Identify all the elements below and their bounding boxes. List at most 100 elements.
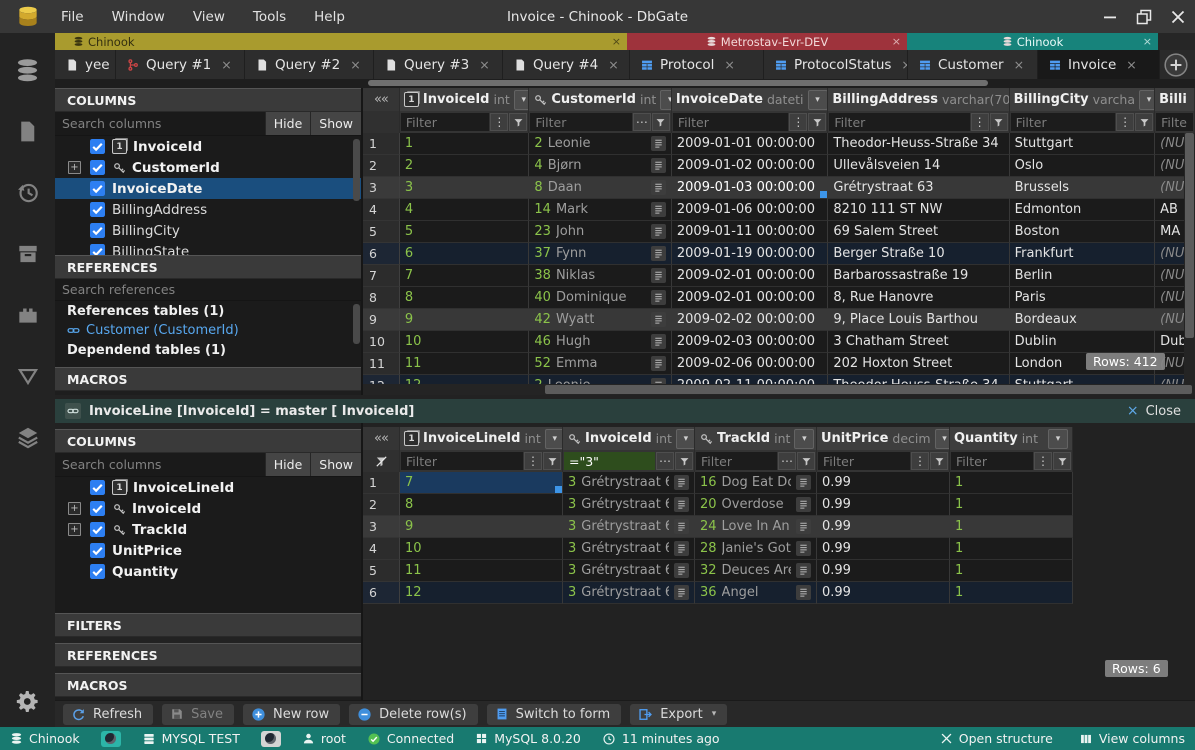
cell-invoicedate[interactable]: 2009-02-03 00:00:00 [672,331,828,353]
sidebar-history-icon[interactable] [14,179,41,210]
column-menu-button[interactable]: ▾ [935,429,950,449]
filter-options-button[interactable]: ⋯ [633,113,651,131]
cell-billingaddress[interactable]: 8210 111 ST NW [828,199,1009,221]
filter-options-button[interactable]: ⋮ [1116,113,1134,131]
cell-invoiceid[interactable]: 3Grétrystraat 63 [563,472,695,494]
cell-billingaddress[interactable]: Berger Straße 10 [828,243,1009,265]
column-menu-button[interactable]: ▾ [676,429,695,449]
search-columns-input[interactable]: Search columns [55,453,265,476]
tab-yee[interactable]: yee× [55,50,116,79]
filter-input-billingcity[interactable]: Filter [1011,113,1115,131]
references-section-header[interactable]: REFERENCES [55,643,361,667]
filter-input-invoicedate[interactable]: Filter [673,113,788,131]
cell-billingcity[interactable]: Bordeaux [1010,309,1155,331]
close-tab-icon[interactable]: × [1126,57,1136,72]
close-tab-icon[interactable]: × [1014,57,1024,72]
open-lookup-icon[interactable] [651,180,666,195]
close-tab-icon[interactable]: × [608,57,618,72]
close-group-icon[interactable]: × [892,33,901,50]
cell-unitprice[interactable]: 0.99 [817,516,950,538]
cell-invoiceid[interactable]: 3Grétrystraat 63 [563,538,695,560]
tab-scrollbar[interactable] [55,79,1195,88]
filter-options-button[interactable]: ⋮ [789,113,807,131]
references-section-header[interactable]: REFERENCES [55,255,361,279]
column-header-billingcity[interactable]: BillingCityvarcha▾ [1010,88,1155,111]
checkbox-checked-icon[interactable] [90,522,105,537]
column-tree-item-invoicelineid[interactable]: 1InvoiceLineId [55,477,361,498]
tab-group-1[interactable]: Metrostav-Evr-DEV× [627,33,907,50]
cell-trackid[interactable]: 16Dog Eat Dog [695,472,817,494]
column-menu-button[interactable]: ▾ [808,90,828,110]
sidebar-layers-icon[interactable] [15,424,41,454]
tab-customer[interactable]: Customer× [908,50,1038,79]
filter-input-customerid[interactable]: Filter [530,113,631,131]
open-lookup-icon[interactable] [651,224,666,239]
filter-input-unitprice[interactable]: Filter [818,452,910,470]
filters-section-header[interactable]: FILTERS [55,613,361,637]
row-number[interactable]: 2 [363,494,400,516]
cell-invoicedate[interactable]: 2009-02-01 00:00:00 [672,287,828,309]
horizontal-scrollbar[interactable] [363,384,1195,395]
cell-invoiceid[interactable]: 2 [400,155,530,177]
column-header-billingaddress[interactable]: BillingAddressvarchar(70▾ [828,88,1009,111]
filter-input-billingaddress[interactable]: Filter [829,113,969,131]
cell-quantity[interactable]: 1 [950,472,1073,494]
column-tree-item-billingstate[interactable]: BillingState [55,241,361,255]
delete-row-s--button[interactable]: Delete row(s) [349,704,477,725]
row-number[interactable]: 5 [363,221,400,243]
column-menu-button[interactable]: ▾ [660,90,672,110]
open-lookup-icon[interactable] [651,356,666,371]
new-row-button[interactable]: New row [243,704,340,725]
cell-invoiceid[interactable]: 6 [400,243,530,265]
cell-customerid[interactable]: 37Fynn [529,243,671,265]
cell-unitprice[interactable]: 0.99 [817,538,950,560]
row-number[interactable]: 7 [363,265,400,287]
open-lookup-icon[interactable] [796,585,811,600]
filter-input-invoicelineid[interactable]: Filter [401,452,523,470]
close-tab-icon[interactable]: × [350,57,360,72]
checkbox-checked-icon[interactable] [90,202,105,217]
cell-customerid[interactable]: 8Daan [529,177,671,199]
menu-help[interactable]: Help [314,9,345,25]
macros-section-header[interactable]: MACROS [55,673,361,697]
cell-invoiceid[interactable]: 3Grétrystraat 63 [563,494,695,516]
filter-funnel-button[interactable] [1135,113,1153,131]
filter-funnel-button[interactable] [990,113,1008,131]
close-tab-icon[interactable]: × [901,57,908,72]
open-lookup-icon[interactable] [674,563,689,578]
new-tab-button[interactable] [1163,52,1189,78]
column-menu-button[interactable]: ▾ [794,429,814,449]
refresh-button[interactable]: Refresh [63,704,153,725]
column-tree-item-billingcity[interactable]: BillingCity [55,220,361,241]
row-number[interactable]: 2 [363,155,400,177]
cell-billingcity[interactable]: Frankfurt [1010,243,1155,265]
column-header-customerid[interactable]: CustomerIdint▾ [529,88,671,111]
menu-tools[interactable]: Tools [253,9,286,25]
row-number[interactable]: 4 [363,538,400,560]
status-view-columns[interactable]: View columns [1079,731,1185,746]
column-tree-item-unitprice[interactable]: UnitPrice [55,540,361,561]
open-lookup-icon[interactable] [674,519,689,534]
filter-funnel-button[interactable] [652,113,670,131]
hide-column-button[interactable]: Hide [265,112,311,135]
close-group-icon[interactable]: × [612,33,621,50]
save-button[interactable]: Save [162,704,234,725]
tab-query-1[interactable]: Query #1× [116,50,245,79]
cell-invoicelineid[interactable]: 9 [400,516,563,538]
filter-funnel-button[interactable] [797,452,815,470]
cell-invoiceid[interactable]: 5 [400,221,530,243]
cell-invoiceid[interactable]: 3Grétrystraat 63 [563,582,695,604]
close-tab-icon[interactable]: × [724,57,734,72]
close-detail-button[interactable]: × Close [1127,403,1185,419]
column-header-invoicelineid[interactable]: 1InvoiceLineIdint▾ [400,427,563,450]
cell-billingaddress[interactable]: 202 Hoxton Street [828,353,1009,375]
open-lookup-icon[interactable] [651,334,666,349]
selection-handle[interactable] [555,486,562,493]
cell-invoicelineid[interactable]: 12 [400,582,563,604]
restore-button[interactable] [1127,0,1161,33]
filter-options-button[interactable]: ⋮ [490,113,508,131]
column-tree-item-invoiceid[interactable]: +InvoiceId [55,498,361,519]
cell-invoicedate[interactable]: 2009-02-06 00:00:00 [672,353,828,375]
cell-customerid[interactable]: 40Dominique [529,287,671,309]
open-lookup-icon[interactable] [674,585,689,600]
